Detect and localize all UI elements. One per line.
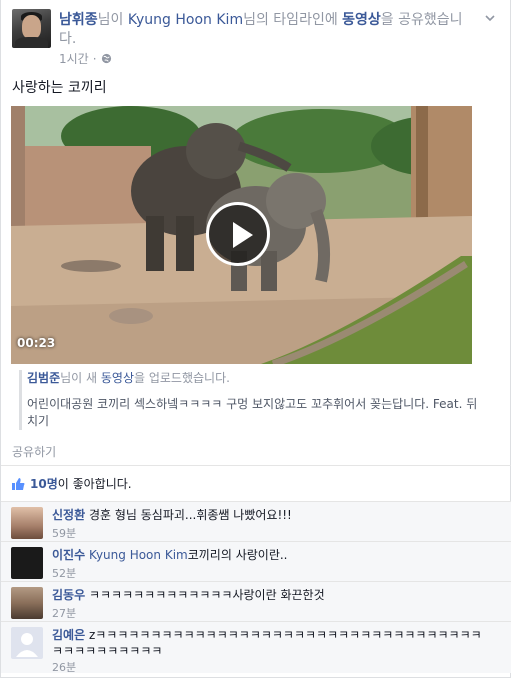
attachment-header: 김범준님이 새 동영상을 업로드했습니다. xyxy=(27,370,481,387)
default-avatar-icon xyxy=(16,633,38,657)
comment-time[interactable]: 59분 xyxy=(52,525,76,541)
attachment-object-suffix: 을 업로드했습니다. xyxy=(134,371,230,385)
comment-item: 김예은 zㅋㅋㅋㅋㅋㅋㅋㅋㅋㅋㅋㅋㅋㅋㅋㅋㅋㅋㅋㅋㅋㅋㅋㅋㅋㅋㅋㅋㅋㅋㅋㅋㅋㅋㅋ… xyxy=(1,621,511,675)
comment-body: zㅋㅋㅋㅋㅋㅋㅋㅋㅋㅋㅋㅋㅋㅋㅋㅋㅋㅋㅋㅋㅋㅋㅋㅋㅋㅋㅋㅋㅋㅋㅋㅋㅋㅋㅋㅋㅋㅋㅋ… xyxy=(52,628,482,658)
post-meta: 1시간 · xyxy=(59,50,112,67)
author-name-link[interactable]: 남휘종 xyxy=(59,12,98,28)
comment-time[interactable]: 52분 xyxy=(52,565,76,581)
author-avatar[interactable] xyxy=(12,9,51,48)
globe-icon[interactable] xyxy=(101,53,112,64)
attachment-video-link[interactable]: 동영상 xyxy=(101,371,134,385)
comment-item: 김동우 ㅋㅋㅋㅋㅋㅋㅋㅋㅋㅋㅋㅋㅋ사랑이란 화끈한것 27분 xyxy=(1,581,511,621)
attachment-card: 김범준님이 새 동영상을 업로드했습니다. 어린이대공원 코끼리 섹스하넼ㅋㅋㅋ… xyxy=(19,370,481,430)
comment-time[interactable]: 26분 xyxy=(52,659,76,675)
uploader-suffix: 님이 새 xyxy=(60,371,101,385)
commenter-avatar[interactable] xyxy=(11,587,43,619)
play-icon[interactable] xyxy=(206,202,270,266)
header-text-2: 님의 타임라인에 xyxy=(243,12,343,28)
shared-from-link[interactable]: Kyung Hoon Kim xyxy=(128,12,243,28)
feed-post: 남휘종님이 Kyung Hoon Kim님의 타임라인에 동영상을 공유했습니다… xyxy=(0,0,511,678)
commenter-avatar[interactable] xyxy=(11,627,43,659)
comment-text: 신정환 경훈 형님 동심파괴...휘종쌤 나빴어요!!! xyxy=(52,507,492,523)
video-object-link[interactable]: 동영상 xyxy=(342,12,381,28)
post-timestamp[interactable]: 1시간 xyxy=(59,50,89,67)
comment-text: 김예은 zㅋㅋㅋㅋㅋㅋㅋㅋㅋㅋㅋㅋㅋㅋㅋㅋㅋㅋㅋㅋㅋㅋㅋㅋㅋㅋㅋㅋㅋㅋㅋㅋㅋㅋㅋ… xyxy=(52,627,492,659)
likes-suffix: 이 좋아합니다. xyxy=(57,477,132,491)
comment-tag-link[interactable]: Kyung Hoon Kim xyxy=(89,548,188,562)
commenter-name[interactable]: 이진수 xyxy=(52,548,85,562)
likes-count-link[interactable]: 10명 xyxy=(30,477,58,491)
uploader-link[interactable]: 김범준 xyxy=(27,371,60,385)
attachment-description: 어린이대공원 코끼리 섹스하넼ㅋㅋㅋㅋ 구멍 보지않고도 꼬추휘어서 꽂는답니다… xyxy=(27,397,478,428)
comment-time[interactable]: 27분 xyxy=(52,605,76,621)
comment-item: 이진수 Kyung Hoon Kim코끼리의 사랑이란.. 52분 xyxy=(1,541,511,581)
commenter-avatar[interactable] xyxy=(11,507,43,539)
likes-summary: 10명이 좋아합니다. xyxy=(1,465,511,501)
comments-list: 신정환 경훈 형님 동심파괴...휘종쌤 나빴어요!!! 59분 이진수 Kyu… xyxy=(1,501,511,675)
post-status-text: 사랑하는 코끼리 xyxy=(12,80,107,96)
thumbs-up-icon xyxy=(12,477,25,490)
comment-body: ㅋㅋㅋㅋㅋㅋㅋㅋㅋㅋㅋㅋㅋ사랑이란 화끈한것 xyxy=(88,588,325,602)
commenter-avatar[interactable] xyxy=(11,547,43,579)
video-duration: 00:23 xyxy=(17,336,56,350)
chevron-down-icon xyxy=(485,15,495,22)
comment-body: 경훈 형님 동심파괴...휘종쌤 나빴어요!!! xyxy=(88,508,292,522)
header-text-1: 님이 xyxy=(97,12,128,28)
meta-separator: · xyxy=(92,51,97,66)
share-button[interactable]: 공유하기 xyxy=(12,443,56,460)
comment-body: 코끼리의 사랑이란.. xyxy=(187,548,288,562)
comment-text: 김동우 ㅋㅋㅋㅋㅋㅋㅋㅋㅋㅋㅋㅋㅋ사랑이란 화끈한것 xyxy=(52,587,492,603)
commenter-name[interactable]: 김예은 xyxy=(52,628,85,642)
comment-item: 신정환 경훈 형님 동심파괴...휘종쌤 나빴어요!!! 59분 xyxy=(1,501,511,541)
commenter-name[interactable]: 김동우 xyxy=(52,588,85,602)
post-header: 남휘종님이 Kyung Hoon Kim님의 타임라인에 동영상을 공유했습니다… xyxy=(59,11,479,49)
post-options[interactable] xyxy=(482,12,498,28)
comment-text: 이진수 Kyung Hoon Kim코끼리의 사랑이란.. xyxy=(52,547,492,563)
commenter-name[interactable]: 신정환 xyxy=(52,508,85,522)
video-player[interactable] xyxy=(11,106,472,364)
